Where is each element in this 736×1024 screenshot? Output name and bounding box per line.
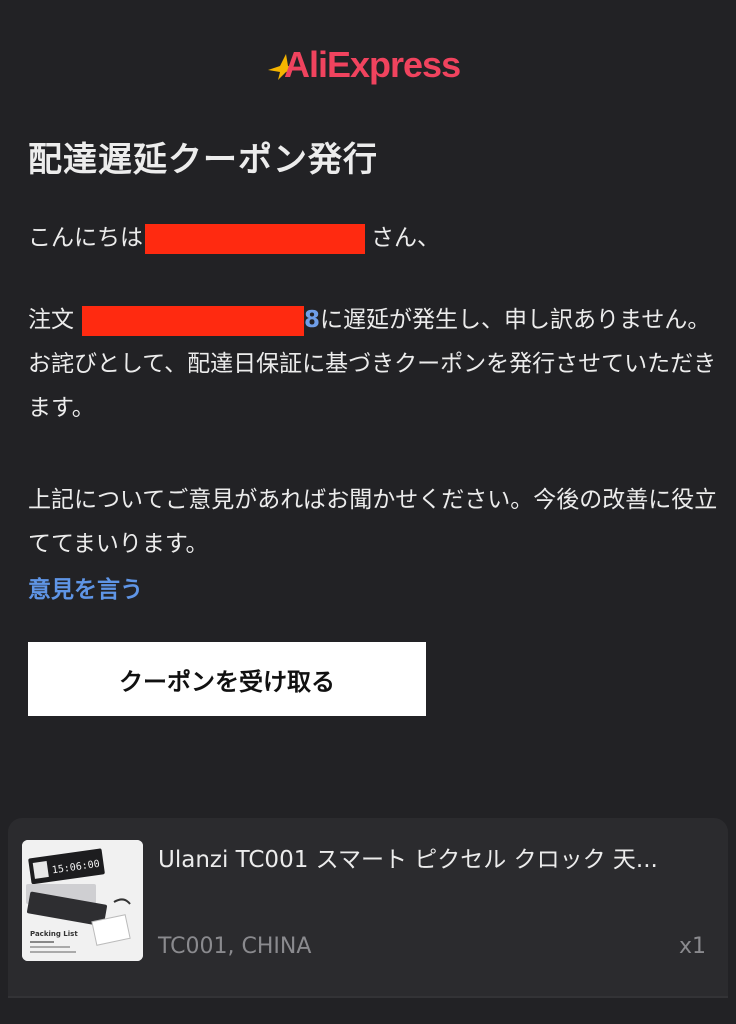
product-quantity: x1 <box>678 934 706 959</box>
product-thumbnail[interactable]: 15:06:00 Packing List <box>22 840 143 961</box>
product-variant: TC001, CHINA <box>158 934 312 959</box>
product-image: 15:06:00 Packing List <box>22 840 143 961</box>
divider <box>8 996 728 998</box>
greeting-suffix: さん、 <box>371 225 440 251</box>
thumb-packing-list: Packing List <box>30 930 78 938</box>
claim-coupon-button[interactable]: クーポンを受け取る <box>28 642 426 716</box>
feedback-message: 上記についてご意見があればお聞かせください。今後の改善に役立ててまいります。 <box>28 487 718 557</box>
delay-message: 注文 8に遅延が発生し、申し訳ありません。お詫びとして、配達日保証に基づきクーポン… <box>28 298 718 430</box>
order-label: 注文 <box>28 307 74 333</box>
product-name[interactable]: Ulanzi TC001 スマート ピクセル クロック 天... <box>158 838 698 882</box>
order-number-tail[interactable]: 8 <box>304 307 320 333</box>
redacted-order-number <box>82 305 304 336</box>
feedback-link[interactable]: 意見を言う <box>28 570 143 604</box>
email-page: AliExpress 配達遅延クーポン発行 こんにちは さん、 注文 8に遅延が発生… <box>0 0 736 1024</box>
email-title: 配達遅延クーポン発行 <box>28 140 378 180</box>
aliexpress-logo[interactable]: AliExpress <box>284 44 461 86</box>
redacted-name <box>145 223 365 254</box>
greeting-prefix: こんにちは <box>28 225 143 251</box>
greeting: こんにちは さん、 <box>28 216 718 260</box>
